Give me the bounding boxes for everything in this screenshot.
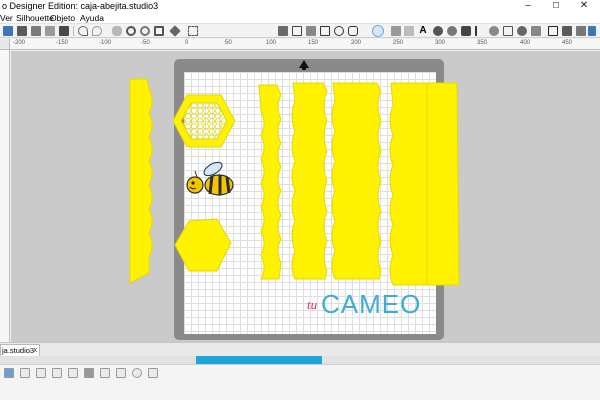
document-tab[interactable]: ja.studio3 x xyxy=(0,344,40,356)
close-tab-icon[interactable]: x xyxy=(34,345,38,356)
redo-icon[interactable] xyxy=(92,26,102,36)
app-window: o Designer Edition: caja-abejita.studio3… xyxy=(0,0,600,400)
title-bar: o Designer Edition: caja-abejita.studio3… xyxy=(0,0,600,12)
line-icon[interactable] xyxy=(306,26,316,36)
ruler-label: 300 xyxy=(435,40,446,46)
toolbar-separator xyxy=(73,26,74,36)
menu-objeto[interactable]: Objeto xyxy=(50,13,75,23)
ruler-label: -200 xyxy=(13,40,26,46)
library-icon[interactable] xyxy=(548,26,558,36)
zoom-page-icon[interactable] xyxy=(169,25,181,37)
ruler-corner xyxy=(0,39,10,50)
ruler-label: 350 xyxy=(477,40,488,46)
eraser-icon[interactable] xyxy=(404,26,414,36)
polygon-icon-alt[interactable] xyxy=(348,26,358,36)
open-file-icon[interactable] xyxy=(17,26,27,36)
send-icon[interactable] xyxy=(588,26,596,36)
design-workspace[interactable]: tu CAMEO xyxy=(11,51,600,342)
watermark-prefix: tu xyxy=(307,297,318,312)
line-style-icon[interactable] xyxy=(461,26,471,36)
hexagon-base[interactable] xyxy=(174,218,232,272)
box-side-strip[interactable] xyxy=(258,84,282,280)
ruler-label: -150 xyxy=(56,40,69,46)
bring-forward-icon[interactable] xyxy=(100,368,110,378)
print-icon[interactable] xyxy=(45,26,55,36)
horizontal-scrollbar[interactable] xyxy=(0,356,600,364)
bee-illustration[interactable] xyxy=(186,160,234,196)
ruler-label: 0 xyxy=(185,40,189,46)
deselect-icon[interactable] xyxy=(20,368,30,378)
pointer-icon[interactable] xyxy=(278,26,288,36)
settings-icon[interactable] xyxy=(576,26,586,36)
make-compound-icon[interactable] xyxy=(68,368,78,378)
offset-icon[interactable] xyxy=(475,26,485,36)
zoom-in-icon[interactable] xyxy=(126,26,136,36)
window-title: o Designer Edition: caja-abejita.studio3 xyxy=(2,1,159,11)
menu-bar: Ver Silhouette Objeto Ayuda xyxy=(0,12,600,24)
undo-icon[interactable] xyxy=(78,26,88,36)
group-icon[interactable] xyxy=(36,368,46,378)
fill-icon[interactable] xyxy=(447,26,457,36)
ruler-label: 200 xyxy=(351,40,362,46)
ruler-label: 50 xyxy=(225,40,232,46)
ruler-label: -50 xyxy=(141,40,150,46)
menu-silhouette[interactable]: Silhouette xyxy=(16,13,54,23)
text-icon[interactable]: A xyxy=(418,26,428,36)
select-all-icon[interactable] xyxy=(4,368,14,378)
bottom-toolbar xyxy=(0,364,600,400)
grid-icon[interactable] xyxy=(188,26,198,36)
knife-icon[interactable] xyxy=(433,26,443,36)
edit-points-icon[interactable] xyxy=(292,26,302,36)
box-wall-panel[interactable] xyxy=(389,82,460,286)
release-compound-icon[interactable] xyxy=(84,368,94,378)
send-backward-icon[interactable] xyxy=(116,368,126,378)
curve-icon[interactable] xyxy=(391,26,401,36)
zoom-fit-icon[interactable] xyxy=(154,26,164,36)
box-wall-panel[interactable] xyxy=(291,82,328,280)
vertical-ruler xyxy=(0,50,10,342)
delete-icon[interactable] xyxy=(148,368,158,378)
polygon-icon[interactable] xyxy=(372,25,384,37)
save-icon[interactable] xyxy=(31,26,41,36)
duplicate-icon[interactable] xyxy=(132,368,142,378)
minimize-button[interactable]: – xyxy=(514,0,542,12)
zoom-out-icon[interactable] xyxy=(140,26,150,36)
ruler-label: 150 xyxy=(308,40,319,46)
ungroup-icon[interactable] xyxy=(52,368,62,378)
rectangle-icon[interactable] xyxy=(320,26,330,36)
main-toolbar: A xyxy=(0,24,600,38)
menu-ayuda[interactable]: Ayuda xyxy=(80,13,104,23)
close-button[interactable]: ✕ xyxy=(570,0,598,12)
new-file-icon[interactable] xyxy=(3,26,13,36)
cut-send-icon[interactable] xyxy=(59,26,69,36)
menu-ver[interactable]: Ver xyxy=(0,13,13,23)
watermark-logo: tu CAMEO xyxy=(307,289,421,319)
ruler-label: 250 xyxy=(393,40,404,46)
ruler-label: 400 xyxy=(520,40,531,46)
box-side-strip[interactable] xyxy=(129,78,153,284)
ruler-label: 100 xyxy=(266,40,277,46)
box-wall-panel[interactable] xyxy=(331,82,382,280)
ruler-label: -100 xyxy=(99,40,112,46)
replicate-icon[interactable] xyxy=(503,26,513,36)
transform-icon[interactable] xyxy=(531,26,541,36)
trace-icon[interactable] xyxy=(489,26,499,36)
document-tab-bar: ja.studio3 x xyxy=(0,342,600,356)
document-tab-label: ja.studio3 xyxy=(2,346,35,355)
maximize-button[interactable]: ☐ xyxy=(542,0,570,12)
watermark-word: CAMEO xyxy=(321,289,421,319)
horizontal-ruler: -200 -150 -100 -50 0 50 100 150 200 250 … xyxy=(10,39,600,50)
ellipse-icon[interactable] xyxy=(334,26,344,36)
honeycomb-insert[interactable] xyxy=(180,102,228,140)
store-icon[interactable] xyxy=(562,26,572,36)
design-shapes[interactable]: tu CAMEO xyxy=(11,51,600,342)
scrollbar-thumb[interactable] xyxy=(196,356,322,364)
pan-hand-icon[interactable] xyxy=(112,26,122,36)
weld-icon[interactable] xyxy=(517,26,527,36)
ruler-label: 450 xyxy=(562,40,573,46)
